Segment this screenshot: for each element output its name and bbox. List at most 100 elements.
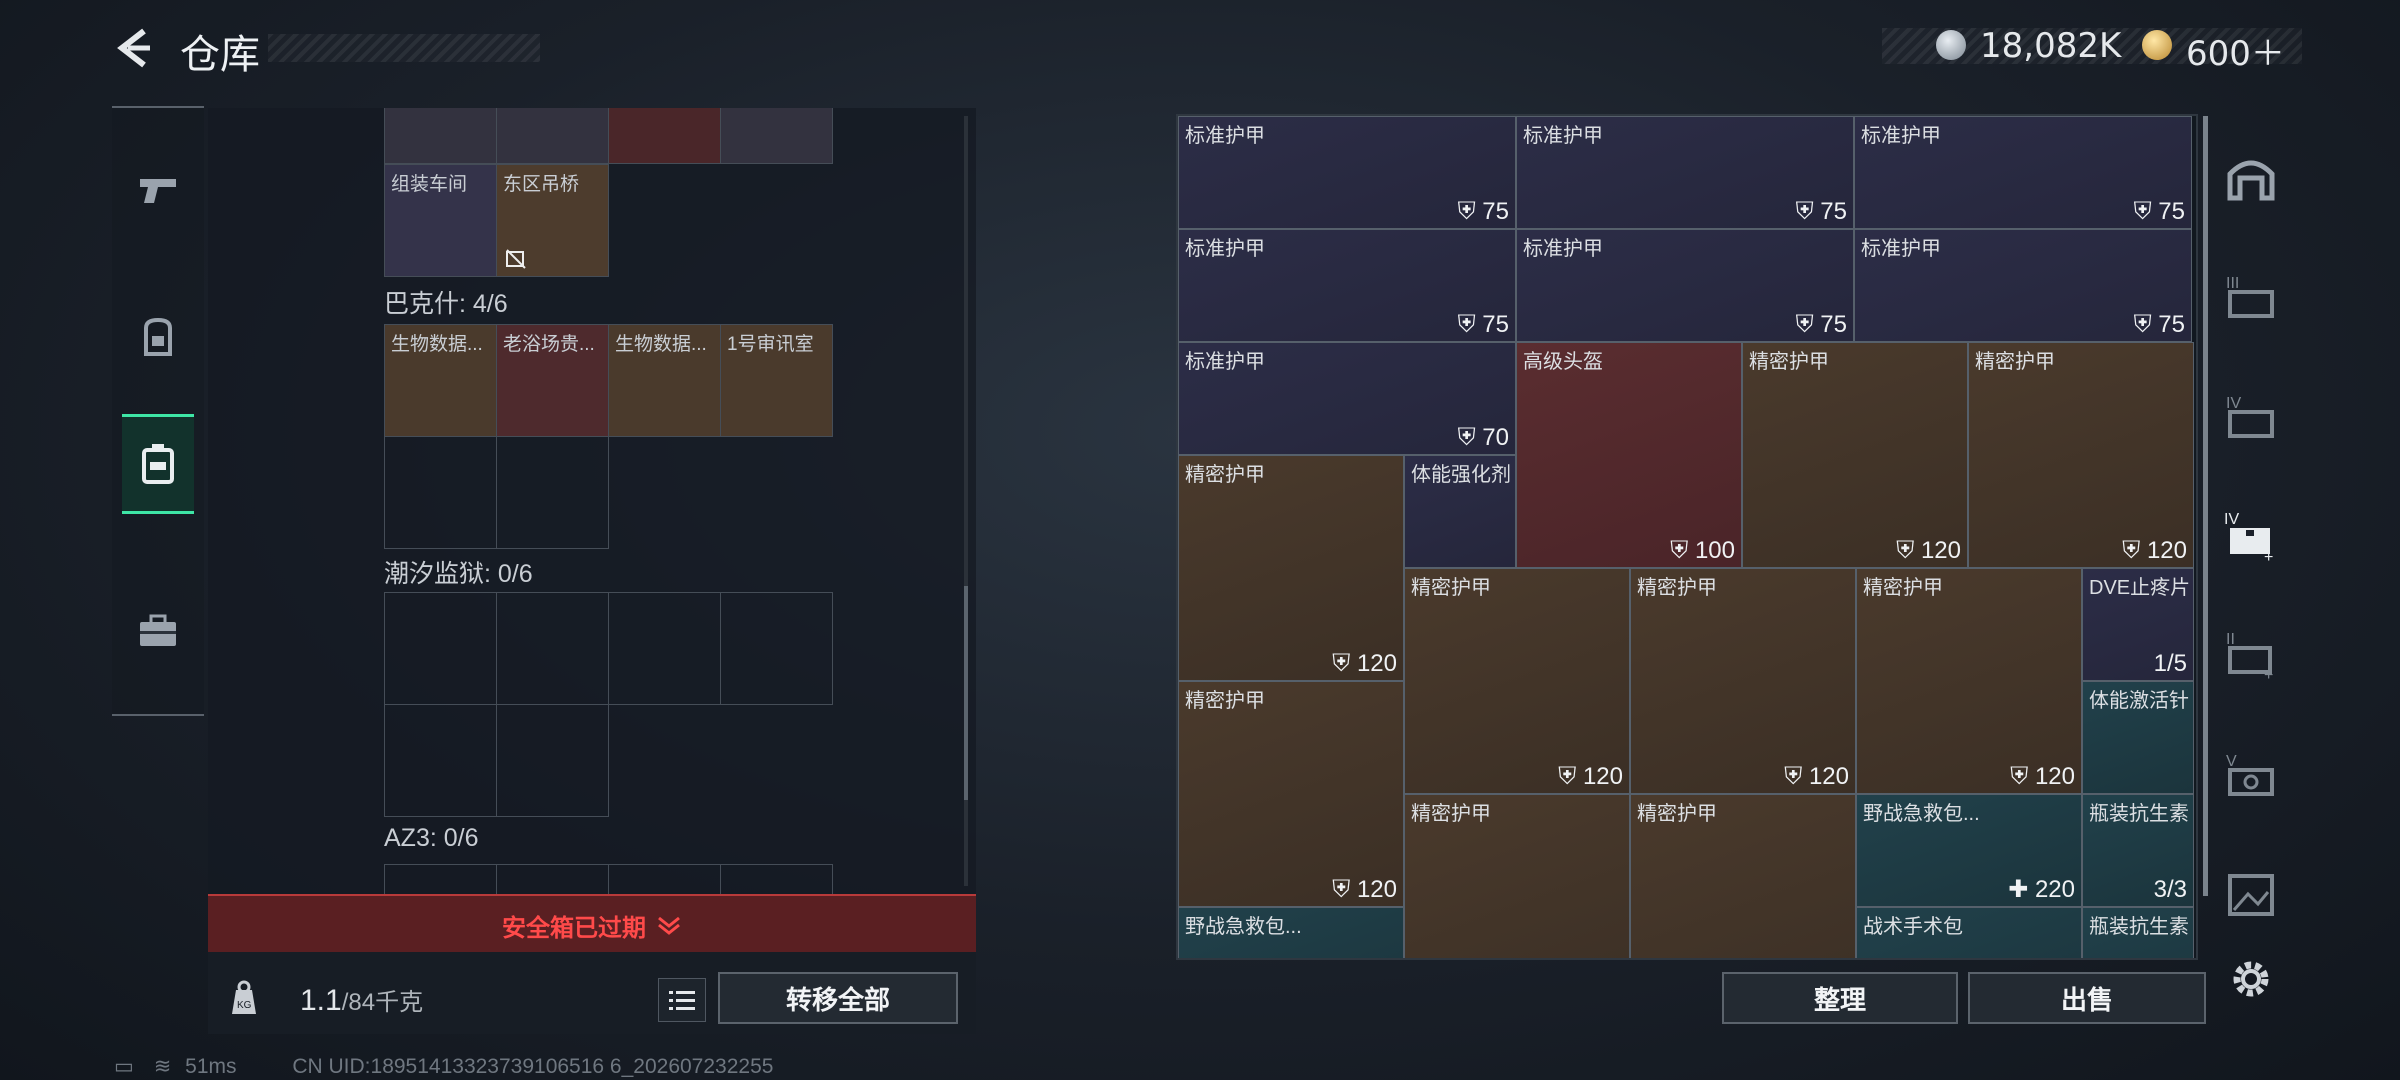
list-view-button[interactable] bbox=[658, 978, 706, 1022]
item-precision-armor[interactable]: 精密护甲 ⛨ 120 bbox=[1856, 568, 2082, 794]
item-precision-armor[interactable]: 精密护甲 ⛨ 120 bbox=[1742, 342, 1968, 568]
empty-key-slot[interactable] bbox=[608, 592, 721, 705]
item-field-first-aid-kit[interactable]: 野战急救包... bbox=[1178, 907, 1404, 958]
safebox-expired-text: 安全箱已过期 bbox=[502, 913, 646, 942]
sell-button[interactable]: 出售 bbox=[1968, 972, 2206, 1024]
key-slot[interactable] bbox=[384, 108, 497, 164]
currency-gold[interactable]: 600＋ bbox=[2186, 26, 2285, 75]
key-card-cell[interactable]: 生物数据... bbox=[384, 324, 497, 437]
item-precision-armor[interactable]: 精密护甲 ⛨ 120 bbox=[1630, 568, 1856, 794]
key-card-cell[interactable]: 组装车间 bbox=[384, 164, 497, 277]
item-durability: ⛨ 120 bbox=[1332, 650, 1397, 677]
settings-gear-icon[interactable] bbox=[2222, 950, 2280, 1008]
left-scrollbar-thumb[interactable] bbox=[964, 586, 968, 800]
item-name: 精密护甲 bbox=[1863, 577, 1943, 599]
title-decoration bbox=[268, 34, 540, 62]
item-heal-value: ✚ 220 bbox=[2008, 876, 2075, 903]
weight-kg-icon: KG bbox=[232, 980, 256, 1014]
empty-key-slot[interactable] bbox=[496, 436, 609, 549]
item-standard-armor[interactable]: 标准护甲 ⛨ 75 bbox=[1854, 229, 2192, 342]
item-advanced-helmet[interactable]: 高级头盔 ⛨ 100 bbox=[1516, 342, 1742, 568]
empty-key-slot[interactable] bbox=[496, 864, 609, 894]
item-stamina-injector[interactable]: 体能激活针 bbox=[2082, 681, 2194, 794]
key-slot[interactable] bbox=[496, 108, 609, 164]
item-durability: ⛨ 120 bbox=[2122, 537, 2187, 564]
key-slot[interactable] bbox=[720, 108, 833, 164]
item-standard-armor[interactable]: 标准护甲 ⛨ 75 bbox=[1516, 229, 1854, 342]
item-field-first-aid-kit[interactable]: 野战急救包... ✚ 220 bbox=[1856, 794, 2082, 907]
empty-key-slot[interactable] bbox=[720, 592, 833, 705]
item-uses: 3/3 bbox=[2153, 876, 2187, 903]
empty-key-slot[interactable] bbox=[384, 864, 497, 894]
item-name: 战术手术包 bbox=[1863, 916, 1963, 938]
group-label-az3: AZ3: 0/6 bbox=[384, 824, 479, 852]
item-stamina-booster[interactable]: 体能强化剂 bbox=[1404, 455, 1516, 568]
list-icon bbox=[669, 991, 695, 1010]
key-card-name: 老浴场贵... bbox=[503, 334, 595, 355]
key-card-cell[interactable]: 东区吊桥 bbox=[496, 164, 609, 277]
item-name: 精密护甲 bbox=[1975, 351, 2055, 373]
storage-page-5-icon[interactable]: V bbox=[2222, 746, 2280, 804]
item-durability: ⛨ 75 bbox=[1457, 311, 1509, 338]
item-standard-armor[interactable]: 标准护甲 ⛨ 75 bbox=[1516, 116, 1854, 229]
page-title: 仓库 bbox=[180, 32, 260, 78]
item-name: 标准护甲 bbox=[1523, 125, 1603, 147]
not-tradeable-icon bbox=[506, 249, 526, 269]
item-bottled-antibiotic[interactable]: 瓶装抗生素 bbox=[2082, 907, 2194, 958]
svg-text:IV: IV bbox=[2226, 395, 2241, 412]
item-dve-painkiller[interactable]: DVE止疼片 1/5 bbox=[2082, 568, 2194, 681]
item-name: 野战急救包... bbox=[1863, 803, 1980, 825]
weight-max: /84千克 bbox=[341, 989, 424, 1016]
user-uid: CN UID:18951413323739106516 6_2026072322… bbox=[292, 1055, 774, 1078]
right-scrollbar[interactable] bbox=[2203, 116, 2208, 896]
item-name: 瓶装抗生素 bbox=[2089, 916, 2189, 938]
empty-key-slot[interactable] bbox=[608, 864, 721, 894]
empty-key-slot[interactable] bbox=[496, 592, 609, 705]
item-precision-armor[interactable]: 精密护甲 ⛨ 120 bbox=[1178, 681, 1404, 907]
transfer-all-button[interactable]: 转移全部 bbox=[718, 972, 958, 1024]
currency-silver: 18,082K bbox=[1980, 26, 2122, 66]
storage-page-image-icon[interactable] bbox=[2222, 866, 2280, 924]
tab-safebox[interactable] bbox=[122, 414, 194, 514]
item-standard-armor[interactable]: 标准护甲 ⛨ 75 bbox=[1178, 116, 1516, 229]
key-card-cell[interactable]: 生物数据... bbox=[608, 324, 721, 437]
item-standard-armor[interactable]: 标准护甲 ⛨ 70 bbox=[1178, 342, 1516, 455]
empty-key-slot[interactable] bbox=[384, 592, 497, 705]
empty-key-slot[interactable] bbox=[384, 436, 497, 549]
svg-text:V: V bbox=[2226, 753, 2237, 770]
item-precision-armor[interactable]: 精密护甲 ⛨ 120 bbox=[1968, 342, 2194, 568]
item-tactical-surgery-kit[interactable]: 战术手术包 bbox=[1856, 907, 2082, 958]
empty-key-slot[interactable] bbox=[720, 864, 833, 894]
storage-page-2-medical-icon[interactable]: II + bbox=[2222, 624, 2280, 684]
item-precision-armor[interactable]: 精密护甲 ⛨ 120 bbox=[1178, 455, 1404, 681]
tab-items[interactable] bbox=[122, 584, 194, 678]
storage-page-4-medical-icon[interactable]: IV + bbox=[2222, 506, 2280, 566]
item-durability: ⛨ 120 bbox=[1896, 537, 1961, 564]
empty-key-slot[interactable] bbox=[384, 704, 497, 817]
warehouse-grid: 标准护甲 ⛨ 75 标准护甲 ⛨ 75 标准护甲 ⛨ 75 标准护甲 ⛨ 75 标准护甲… bbox=[1178, 116, 2194, 958]
tab-equipment[interactable] bbox=[122, 290, 194, 384]
key-card-name: 东区吊桥 bbox=[503, 174, 580, 195]
key-card-cell[interactable]: 老浴场贵... bbox=[496, 324, 609, 437]
key-card-cell[interactable]: 1号审讯室 bbox=[720, 324, 833, 437]
item-precision-armor[interactable]: 精密护甲 bbox=[1630, 794, 1856, 958]
storage-page-3-icon[interactable]: III bbox=[2222, 268, 2280, 326]
storage-page-4-icon[interactable]: IV bbox=[2222, 388, 2280, 446]
sort-button[interactable]: 整理 bbox=[1722, 972, 1958, 1024]
item-bottled-antibiotic[interactable]: 瓶装抗生素 3/3 bbox=[2082, 794, 2194, 907]
silver-coin-icon bbox=[1936, 30, 1966, 60]
item-precision-armor[interactable]: 精密护甲 bbox=[1404, 794, 1630, 958]
empty-key-slot[interactable] bbox=[496, 704, 609, 817]
item-durability: ⛨ 120 bbox=[1784, 763, 1849, 790]
tab-weapons[interactable] bbox=[122, 142, 194, 236]
item-standard-armor[interactable]: 标准护甲 ⛨ 75 bbox=[1178, 229, 1516, 342]
item-precision-armor[interactable]: 精密护甲 ⛨ 120 bbox=[1404, 568, 1630, 794]
safebox-expired-banner[interactable]: 安全箱已过期 bbox=[208, 894, 976, 954]
item-name: 体能强化剂 bbox=[1411, 464, 1511, 486]
item-standard-armor[interactable]: 标准护甲 ⛨ 75 bbox=[1854, 116, 2192, 229]
storage-home-icon[interactable] bbox=[2222, 150, 2280, 208]
item-durability: ⛨ 75 bbox=[2133, 198, 2185, 225]
key-slot[interactable] bbox=[608, 108, 721, 164]
back-arrow-icon[interactable] bbox=[110, 25, 156, 71]
weight-readout: 1.1/84千克 bbox=[300, 982, 423, 1018]
